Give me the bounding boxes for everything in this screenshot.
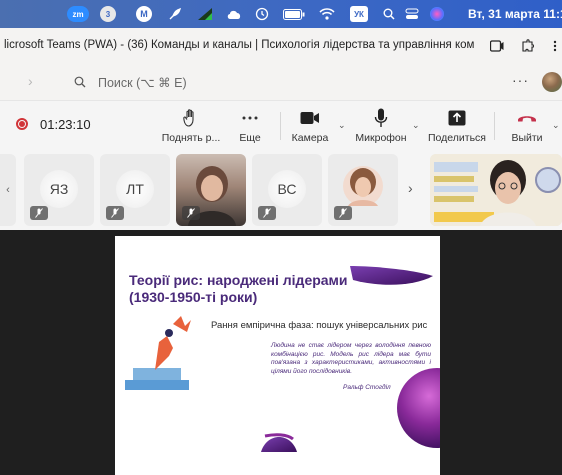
more-button[interactable]: Еще: [232, 108, 268, 144]
camera-label: Камера: [291, 132, 329, 144]
history-icon[interactable]: [254, 6, 270, 22]
camera-options-chevron-icon[interactable]: ⌄: [338, 120, 346, 131]
raise-hand-label: Поднять р...: [161, 132, 221, 144]
user-avatar[interactable]: [542, 72, 562, 92]
slide-subtitle: Рання емпірична фаза: пошук універсальни…: [211, 320, 428, 331]
toolbar-divider: [280, 112, 281, 140]
teams-badge-icon[interactable]: 3: [100, 6, 116, 22]
share-label: Поделиться: [428, 132, 486, 144]
microphone-icon: [354, 108, 408, 128]
participant-video-tile[interactable]: [176, 154, 246, 226]
screen-share-icon[interactable]: [488, 37, 506, 55]
mic-muted-icon: [258, 206, 276, 220]
share-icon: [428, 108, 486, 128]
more-options-icon[interactable]: ···: [512, 72, 529, 88]
wifi-icon[interactable]: [318, 6, 336, 22]
window-options-icon[interactable]: [546, 37, 562, 55]
participant-initials: ЛТ: [116, 170, 154, 208]
keyboard-layout-icon[interactable]: УК: [350, 6, 368, 22]
leave-icon: [508, 108, 546, 128]
participant-photo-tile[interactable]: [328, 154, 398, 226]
leave-label: Выйти: [511, 132, 543, 144]
recording-icon: [16, 118, 28, 130]
participant-initials: ЯЗ: [40, 170, 78, 208]
zoom-icon[interactable]: zm: [67, 6, 89, 22]
strip-prev-arrow-icon[interactable]: ‹: [0, 154, 16, 226]
activity-icon[interactable]: [196, 6, 214, 22]
presenter-video-feed: [430, 154, 562, 226]
more-label: Еще: [239, 132, 261, 144]
participant-tile[interactable]: ЯЗ: [24, 154, 94, 226]
teams-top-bar: › Поиск (⌥ ⌘ E) ···: [0, 64, 562, 100]
microphone-options-chevron-icon[interactable]: ⌄: [412, 120, 420, 131]
more-icon: [232, 108, 268, 128]
search-icon[interactable]: [382, 6, 396, 22]
window-title: licrosoft Teams (PWA) - (36) Команды и к…: [4, 39, 474, 51]
microphone-label: Микрофон: [355, 132, 407, 144]
camera-button[interactable]: Камера: [290, 108, 330, 144]
window-title-bar: licrosoft Teams (PWA) - (36) Команды и к…: [0, 28, 562, 65]
raise-hand-icon: [160, 108, 222, 128]
mic-muted-icon: [182, 206, 200, 220]
control-center-icon[interactable]: [404, 6, 420, 22]
camera-icon: [290, 108, 330, 128]
slide-quote-author: Ральф Стогділ: [343, 384, 391, 391]
participant-tile[interactable]: ВС: [252, 154, 322, 226]
back-arrow-icon[interactable]: ›: [28, 73, 33, 89]
search-input[interactable]: Поиск (⌥ ⌘ E): [62, 70, 502, 94]
slide-title: Теорії рис: народжені лідерами (1930-195…: [129, 272, 348, 305]
mic-muted-icon: [334, 206, 352, 220]
feather-icon[interactable]: [167, 6, 183, 22]
search-icon: [74, 76, 86, 88]
siri-icon[interactable]: [430, 7, 444, 21]
participant-tile[interactable]: ЛТ: [100, 154, 170, 226]
search-placeholder: Поиск (⌥ ⌘ E): [98, 75, 187, 90]
strip-next-arrow-icon[interactable]: ›: [408, 180, 413, 196]
mic-muted-icon: [30, 206, 48, 220]
cloud-icon[interactable]: [225, 6, 243, 22]
leave-options-chevron-icon[interactable]: ⌄: [552, 120, 560, 131]
mic-muted-icon: [106, 206, 124, 220]
battery-icon[interactable]: [282, 6, 306, 22]
raise-hand-button[interactable]: Поднять р...: [160, 108, 222, 144]
participant-initials: ВС: [268, 170, 306, 208]
microphone-button[interactable]: Микрофон: [354, 108, 408, 144]
extensions-icon[interactable]: [518, 37, 536, 55]
macos-menu-bar: zm 3 M УК Вт, 31 марта 11:10: [0, 0, 562, 28]
slide-quote: Людина не стає лідером через володіння п…: [271, 342, 431, 375]
toolbar-divider: [494, 112, 495, 140]
messenger-icon[interactable]: M: [136, 6, 152, 22]
meeting-timer: 01:23:10: [40, 117, 91, 132]
presentation-slide: Теорії рис: народжені лідерами (1930-195…: [115, 236, 440, 475]
share-button[interactable]: Поделиться: [428, 108, 486, 144]
leave-button[interactable]: Выйти: [508, 108, 546, 144]
presenter-video-tile[interactable]: [430, 154, 562, 226]
menubar-clock[interactable]: Вт, 31 марта 11:10: [468, 7, 562, 21]
